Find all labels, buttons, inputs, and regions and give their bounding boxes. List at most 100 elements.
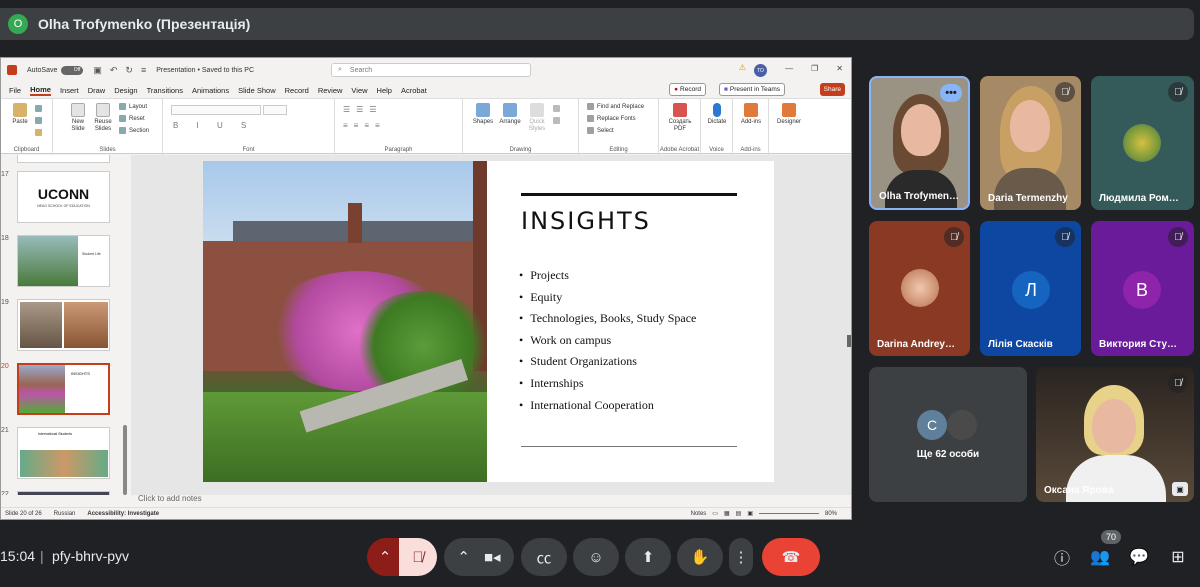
thumbnail-18[interactable]: Student Life xyxy=(17,235,110,287)
designer-button[interactable]: Designer xyxy=(771,103,807,126)
meeting-info-icon[interactable]: ⓘ xyxy=(1050,545,1074,569)
format-painter-icon[interactable] xyxy=(35,129,42,136)
tab-transitions[interactable]: Transitions xyxy=(147,86,183,95)
share-button[interactable]: Share xyxy=(819,83,845,96)
leave-call-button[interactable]: ☎ xyxy=(762,538,820,576)
people-icon[interactable]: 👥 xyxy=(1088,545,1112,569)
camera-button[interactable]: ⌃ ■◂ xyxy=(444,538,514,576)
create-pdf-button[interactable]: Создать PDF xyxy=(665,103,695,133)
select-button[interactable]: Select xyxy=(587,127,614,134)
more-options-button[interactable]: ⋮ xyxy=(729,538,753,576)
thumbnail-21[interactable]: International Students xyxy=(17,427,110,479)
adobe-group: Создать PDF Adobe Acrobat xyxy=(659,99,701,155)
tab-review[interactable]: Review xyxy=(318,86,343,95)
undo-icon[interactable]: ↶ xyxy=(110,65,118,76)
others-tile[interactable]: С Ще 62 особи xyxy=(869,367,1027,502)
save-icon[interactable]: ▣ xyxy=(93,65,102,76)
current-slide[interactable]: INSIGHTS Projects Equity Technologies, B… xyxy=(203,161,774,482)
list-icons[interactable]: ☰☰☰ xyxy=(343,105,383,114)
pin-tile-icon[interactable]: ▣ xyxy=(1172,482,1188,496)
thumbnail-19[interactable] xyxy=(17,299,110,351)
redo-icon[interactable]: ↻ xyxy=(125,65,133,76)
reset-button[interactable]: Reset xyxy=(119,115,145,122)
normal-view-icon[interactable]: ▭ xyxy=(712,510,718,517)
tab-slide-show[interactable]: Slide Show xyxy=(238,86,276,95)
shape-fill-icon[interactable] xyxy=(553,105,560,112)
canvas-scrollbar[interactable] xyxy=(847,335,851,347)
copy-icon[interactable] xyxy=(35,117,42,124)
mic-toggle-button[interactable]: 🎙̸ xyxy=(399,538,437,576)
user-avatar[interactable]: TO xyxy=(754,64,767,77)
meeting-code[interactable]: pfy-bhrv-pyv xyxy=(52,548,129,564)
slideshow-view-icon[interactable]: ▣ xyxy=(747,510,753,517)
notes-placeholder[interactable]: Click to add notes xyxy=(138,494,202,503)
sorter-view-icon[interactable]: ▦ xyxy=(724,510,730,517)
accessibility-status[interactable]: Accessibility: Investigate xyxy=(87,511,159,517)
font-size-input[interactable] xyxy=(263,105,287,115)
addins-button[interactable]: Add-ins xyxy=(737,103,765,126)
chevron-up-icon: ⌃ xyxy=(378,549,392,566)
reading-view-icon[interactable]: ▤ xyxy=(736,510,742,517)
quick-styles-button[interactable]: Quick Styles xyxy=(525,103,549,133)
tab-insert[interactable]: Insert xyxy=(60,86,79,95)
font-name-input[interactable] xyxy=(171,105,261,115)
tab-draw[interactable]: Draw xyxy=(88,86,106,95)
close-icon[interactable]: ✕ xyxy=(836,64,843,73)
captions-button[interactable]: ㏄ xyxy=(521,538,567,576)
tab-home[interactable]: Home xyxy=(30,85,51,96)
tab-file[interactable]: File xyxy=(9,86,21,95)
shape-outline-icon[interactable] xyxy=(553,117,560,124)
shapes-button[interactable]: Shapes xyxy=(471,103,495,126)
tab-help[interactable]: Help xyxy=(377,86,392,95)
participant-tile-ludmila[interactable]: 🎙̸ Людмила Ром… xyxy=(1091,76,1194,210)
tab-animations[interactable]: Animations xyxy=(192,86,229,95)
replace-fonts-button[interactable]: Replace Fonts xyxy=(587,115,636,122)
present-in-teams-button[interactable]: ■ Present in Teams xyxy=(718,83,785,96)
zoom-level[interactable]: 80% xyxy=(825,511,837,517)
align-icons[interactable]: ≡≡≡≡ xyxy=(343,121,386,130)
notes-toggle[interactable]: Notes xyxy=(691,511,707,517)
warning-icon[interactable]: ⚠ xyxy=(739,63,746,72)
participant-tile-liliia[interactable]: Л 🎙̸ Лілія Скасків xyxy=(980,221,1081,356)
present-button[interactable]: ⬆ xyxy=(625,538,671,576)
tab-acrobat[interactable]: Acrobat xyxy=(401,86,427,95)
font-format-icons[interactable]: B I U S xyxy=(173,121,254,130)
chat-icon[interactable]: 💬 xyxy=(1127,545,1151,569)
participant-tile-darina[interactable]: 🎙̸ Darina Andrey… xyxy=(869,221,970,356)
search-input[interactable]: ⌕ Search xyxy=(331,63,531,77)
arrange-button[interactable]: Arrange xyxy=(497,103,523,126)
record-button[interactable]: ● Record xyxy=(669,83,706,96)
tab-design[interactable]: Design xyxy=(114,86,137,95)
participant-tile-oksana[interactable]: 🎙̸ ▣ Оксана Ярова xyxy=(1036,367,1194,502)
participant-tile-viktoriia[interactable]: В 🎙̸ Виктория Сту… xyxy=(1091,221,1194,356)
participant-tile-olha[interactable]: ••• Olha Trofymen… xyxy=(869,76,970,210)
restore-icon[interactable]: ❐ xyxy=(811,64,818,73)
activities-icon[interactable]: ⊞ xyxy=(1166,545,1190,569)
section-button[interactable]: Section xyxy=(119,127,149,134)
thumbnail-20[interactable]: INSIGHTS xyxy=(17,363,110,415)
customize-icon[interactable]: ≡ xyxy=(141,65,146,75)
cut-icon[interactable] xyxy=(35,105,42,112)
thumbnail-17[interactable]: UCONN NEAG SCHOOL OF EDUCATION xyxy=(17,171,110,223)
minimize-icon[interactable]: — xyxy=(785,64,793,73)
zoom-slider[interactable] xyxy=(758,513,819,514)
emoji-button[interactable]: ☺ xyxy=(573,538,619,576)
language-status[interactable]: Russian xyxy=(54,511,76,517)
reuse-slides-button[interactable]: Reuse Slides xyxy=(91,103,115,133)
tab-record[interactable]: Record xyxy=(285,86,309,95)
thumbnail-scrollbar[interactable] xyxy=(123,425,127,495)
raise-hand-button[interactable]: ✋ xyxy=(677,538,723,576)
find-replace-button[interactable]: Find and Replace xyxy=(587,103,644,110)
dictate-button[interactable]: Dictate xyxy=(703,103,731,126)
thumb21-title: International Students xyxy=(38,432,73,436)
paste-button[interactable]: Paste xyxy=(9,103,31,126)
new-slide-button[interactable]: New Slide xyxy=(67,103,89,133)
layout-button[interactable]: Layout xyxy=(119,103,147,110)
mic-options-button[interactable]: ⌃ xyxy=(367,538,403,576)
more-options-icon[interactable]: ••• xyxy=(940,84,962,102)
thumbnail-22[interactable] xyxy=(17,491,110,495)
autosave-toggle[interactable]: Off xyxy=(61,65,84,75)
tab-view[interactable]: View xyxy=(351,86,367,95)
participant-tile-daria[interactable]: 🎙̸ Daria Termenzhy xyxy=(980,76,1081,210)
thumbnail-16[interactable] xyxy=(17,155,110,163)
